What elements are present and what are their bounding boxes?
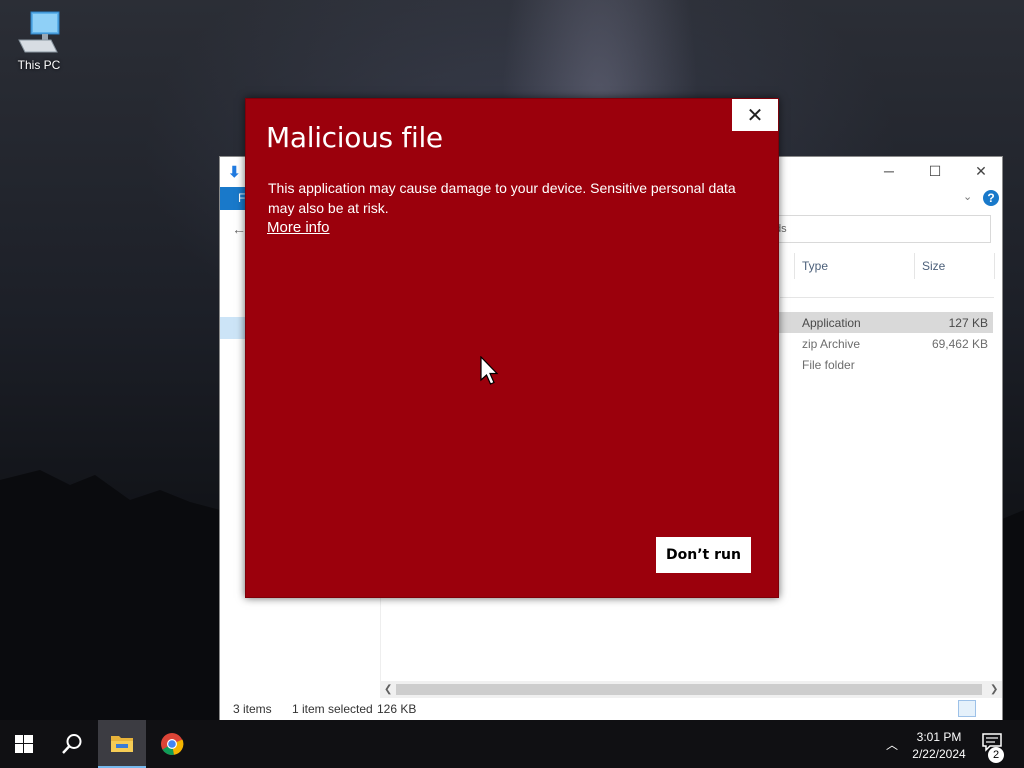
column-separator[interactable] [794, 253, 795, 279]
folder-icon [111, 736, 133, 752]
table-cell-size: 69,462 KB [931, 337, 988, 351]
close-button[interactable]: ✕ [958, 157, 1004, 186]
taskbar-file-explorer[interactable] [98, 720, 146, 768]
column-separator[interactable] [994, 253, 995, 279]
dialog-message: This application may cause damage to you… [268, 180, 736, 216]
scroll-right-arrow-icon[interactable]: ❯ [990, 681, 998, 698]
scrollbar-thumb[interactable] [396, 684, 982, 695]
table-cell-type: zip Archive [802, 337, 861, 351]
scroll-left-arrow-icon[interactable]: ❮ [384, 681, 392, 698]
details-view-icon[interactable] [958, 700, 976, 717]
clock-time: 3:01 PM [916, 730, 962, 744]
status-selection: 1 item selected [292, 702, 373, 716]
notification-count-badge: 2 [988, 747, 1004, 763]
header-divider [780, 297, 994, 298]
clock-date: 2/22/2024 [912, 747, 966, 761]
large-icons-view-icon[interactable] [979, 700, 997, 717]
minimize-button[interactable]: ─ [866, 157, 912, 186]
table-cell-type: Application [802, 316, 861, 330]
column-separator[interactable] [914, 253, 915, 279]
dont-run-button[interactable]: Don’t run [656, 537, 751, 573]
search-icon [62, 734, 82, 754]
table-cell-type: File folder [802, 358, 855, 372]
status-item-count: 3 items [233, 702, 272, 716]
taskbar-clock[interactable]: 3:01 PM 2/22/2024 [906, 729, 972, 763]
help-icon[interactable]: ? [983, 190, 999, 206]
column-header-type[interactable]: Type [802, 259, 828, 273]
search-input[interactable]: ds [760, 215, 991, 243]
status-selection-size: 126 KB [377, 702, 417, 716]
close-icon[interactable]: ✕ [732, 99, 778, 131]
windows-logo-icon [15, 735, 33, 753]
horizontal-scrollbar[interactable]: ❮ ❯ [380, 681, 1002, 698]
back-arrow-icon[interactable]: ← [232, 221, 246, 237]
status-bar: 3 items 1 item selected 126 KB [220, 698, 1002, 720]
download-arrow-icon: ⬇ [228, 164, 241, 181]
maximize-button[interactable]: ☐ [912, 157, 958, 186]
chevron-down-icon[interactable]: ⌄ [963, 190, 972, 203]
smartscreen-dialog: ✕ Malicious file This application may ca… [245, 98, 779, 598]
tab-file[interactable]: F [220, 187, 246, 210]
chrome-icon [161, 733, 184, 755]
search-button[interactable] [48, 720, 96, 768]
desktop-icon-this-pc[interactable]: This PC [14, 10, 64, 72]
mouse-cursor-icon [480, 356, 499, 385]
dialog-title: Malicious file [266, 121, 443, 154]
navigation-selected-item[interactable] [220, 317, 246, 339]
column-header-size[interactable]: Size [922, 259, 945, 273]
taskbar: ︿ 3:01 PM 2/22/2024 2 [0, 720, 1024, 768]
desktop-icon-label: This PC [17, 58, 61, 72]
this-pc-icon [18, 11, 60, 53]
start-button[interactable] [0, 720, 48, 768]
show-hidden-icons-icon[interactable]: ︿ [886, 736, 898, 753]
taskbar-chrome[interactable] [148, 720, 196, 768]
more-info-link[interactable]: More info [267, 219, 330, 236]
table-cell-size: 127 KB [948, 316, 988, 330]
